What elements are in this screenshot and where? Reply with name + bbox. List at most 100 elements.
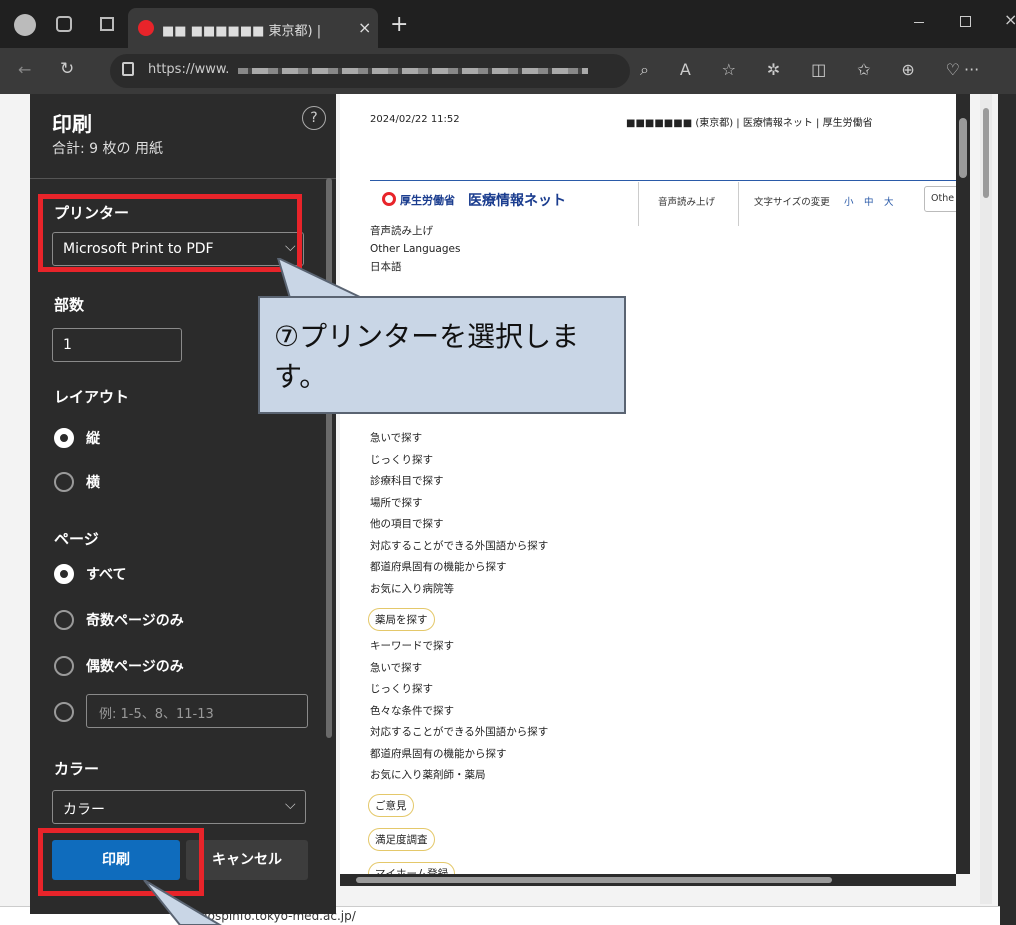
list-item: 都道府県固有の機能から探す <box>370 561 507 573</box>
layout-label: レイアウト <box>54 388 130 406</box>
pages-custom-radio[interactable] <box>54 702 74 722</box>
font-small: 小 <box>844 197 854 208</box>
site-name: 医療情報ネット <box>468 193 566 209</box>
logo-text: 厚生労働省 <box>400 194 455 207</box>
layout-portrait-label: 縦 <box>86 431 100 447</box>
copies-label: 部数 <box>54 296 85 314</box>
color-value: カラー <box>63 802 105 818</box>
print-preview: 2024/02/22 11:52 ■■■■■■■ (東京都) | 医療情報ネット… <box>340 94 956 874</box>
workspaces-icon[interactable] <box>56 16 72 32</box>
panel-divider <box>30 178 336 179</box>
collections-icon[interactable]: ⊕ <box>901 60 914 84</box>
tab-close-icon[interactable]: × <box>358 18 371 37</box>
preview-header-rule <box>370 180 956 181</box>
split-icon[interactable]: ◫ <box>811 60 826 84</box>
more-icon[interactable]: ··· <box>964 60 979 79</box>
new-tab-button[interactable]: + <box>390 12 408 37</box>
pages-even-radio[interactable] <box>54 656 74 676</box>
page-vscroll-thumb[interactable] <box>983 108 989 198</box>
font-large: 大 <box>884 197 894 208</box>
cancel-button[interactable]: キャンセル <box>186 840 308 880</box>
copies-input[interactable]: 1 <box>52 328 182 362</box>
list-item: お気に入り薬剤師・薬局 <box>370 769 486 781</box>
url-text: https://www. <box>148 62 230 77</box>
pharmacy-search-pill: 薬局を探す <box>368 608 435 631</box>
list-item: 診療科目で探す <box>370 475 444 487</box>
layout-landscape-label: 横 <box>86 475 100 491</box>
site-logo-icon <box>382 192 396 206</box>
pages-all-radio[interactable] <box>54 564 74 584</box>
preview-hscrollbar[interactable] <box>340 874 956 886</box>
pages-all-label: すべて <box>86 567 127 583</box>
favorites-icon[interactable]: ✩ <box>857 60 870 84</box>
read-aloud-icon[interactable]: A <box>680 60 691 84</box>
list-item: 急いで探す <box>370 661 423 674</box>
preview-hscroll-thumb[interactable] <box>356 877 832 883</box>
tab-title: ■■ ■■■■■■ 東京都) | <box>162 24 322 39</box>
print-title: 印刷 <box>52 112 92 136</box>
sheet-total: 合計: 9 枚の 用紙 <box>52 141 163 157</box>
list-item: じっくり探す <box>370 683 433 695</box>
lock-icon <box>122 62 134 76</box>
extension-icon[interactable]: ✲ <box>767 60 780 84</box>
close-window-icon[interactable]: × <box>1004 10 1016 29</box>
preview-timestamp: 2024/02/22 11:52 <box>370 114 460 125</box>
zoom-icon[interactable]: ⌕ <box>640 60 649 84</box>
list-item: 色々な条件で探す <box>370 704 454 717</box>
font-medium: 中 <box>864 197 874 208</box>
divider-b <box>738 182 739 226</box>
list-item: 場所で探す <box>370 496 423 509</box>
preview-list-a: 急いで探す じっくり探す 診療科目で探す 場所で探す 他の項目で探す 対応するこ… <box>370 428 548 600</box>
callout-text: ⑦プリンターを選択します。 <box>274 320 580 393</box>
list-item: 急いで探す <box>370 432 423 444</box>
list-item: お気に入り病院等 <box>370 582 454 595</box>
favicon-icon <box>138 20 154 36</box>
nav-item: 日本語 <box>370 261 402 273</box>
print-callout-pointer <box>143 880 222 925</box>
read-aloud-link: 音声読み上げ <box>658 197 716 208</box>
favorite-icon[interactable]: ☆ <box>722 60 736 84</box>
url-field[interactable]: https://www. <box>110 54 630 88</box>
help-icon[interactable]: ? <box>302 106 326 130</box>
font-size-label: 文字サイズの変更 <box>754 197 830 208</box>
survey-pill: 満足度調査 <box>368 828 435 851</box>
back-icon[interactable]: ← <box>18 60 31 79</box>
pages-label: ページ <box>54 530 99 548</box>
layout-portrait-radio[interactable] <box>54 428 74 448</box>
other-languages-button: Othe <box>924 186 956 212</box>
preview-vscroll-thumb[interactable] <box>959 118 967 178</box>
color-chevron-down-icon: ⌵ <box>285 797 296 813</box>
right-sidebar <box>998 94 1016 925</box>
color-select[interactable]: カラー ⌵ <box>52 790 306 824</box>
profile-icon[interactable] <box>14 14 36 36</box>
list-item: 都道府県固有の機能から探す <box>370 747 507 760</box>
myhome-pill: マイホーム登録 <box>368 862 456 874</box>
health-icon[interactable]: ♡ <box>946 60 960 84</box>
refresh-icon[interactable]: ↻ <box>60 59 74 79</box>
color-label: カラー <box>54 760 100 778</box>
divider-a <box>638 182 639 226</box>
tab-actions-icon[interactable] <box>100 17 114 31</box>
layout-landscape-radio[interactable] <box>54 472 74 492</box>
active-tab[interactable]: ■■ ■■■■■■ 東京都) | × <box>128 8 378 48</box>
title-bar: ■■ ■■■■■■ 東京都) | × + × <box>0 0 1016 48</box>
pages-odd-radio[interactable] <box>54 610 74 630</box>
pages-even-label: 偶数ページのみ <box>86 659 184 675</box>
preview-vscrollbar[interactable] <box>956 94 970 874</box>
instruction-callout: ⑦プリンターを選択します。 <box>258 296 626 414</box>
pages-odd-label: 奇数ページのみ <box>86 613 184 629</box>
nav-item: Other Languages <box>370 243 461 255</box>
pages-custom-input[interactable]: 例: 1-5、8、11-13 <box>86 694 308 728</box>
feedback-pill: ご意見 <box>368 794 414 817</box>
list-item: 対応することができる外国語から探す <box>370 726 549 738</box>
nav-item: 音声読み上げ <box>370 225 433 237</box>
list-item: 他の項目で探す <box>370 518 444 530</box>
page-vscrollbar[interactable] <box>980 94 992 904</box>
list-item: 対応することができる外国語から探す <box>370 539 549 552</box>
minimize-icon[interactable] <box>914 22 924 23</box>
toolbar-icons: ⌕ A ☆ ✲ ◫ ✩ ⊕ ♡ <box>640 60 960 84</box>
pages-custom-placeholder: 例: 1-5、8、11-13 <box>99 707 214 722</box>
maximize-icon[interactable] <box>960 16 971 27</box>
preview-nav-list: 音声読み上げ Other Languages 日本語 <box>370 222 460 276</box>
url-redacted <box>238 68 588 74</box>
